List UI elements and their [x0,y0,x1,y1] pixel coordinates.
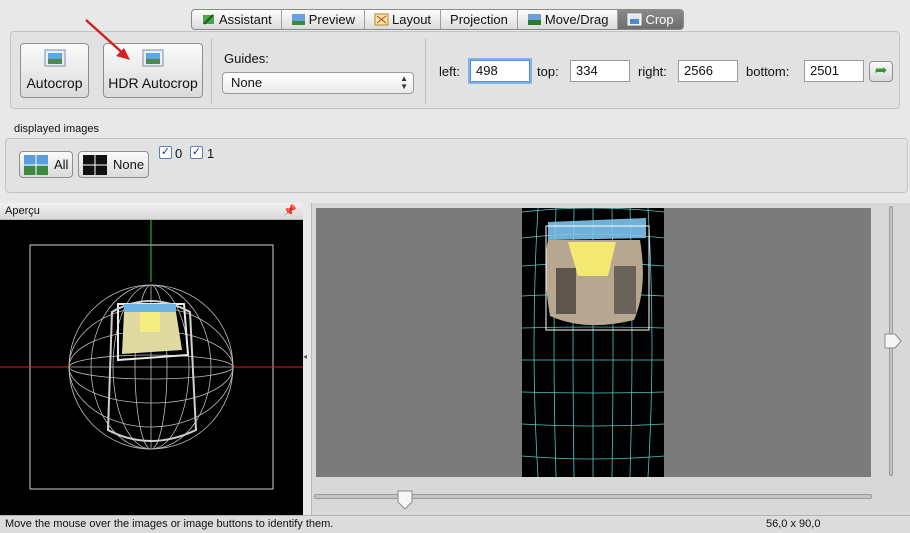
image-0-checkbox[interactable]: ✓ [159,146,172,159]
divider [211,38,212,104]
image-1-checkbox[interactable]: ✓ [190,146,203,159]
guides-label: Guides: [224,51,269,66]
tab-label: Move/Drag [544,12,609,27]
image-icon [44,49,65,67]
tab-move-drag[interactable]: Move/Drag [518,10,619,29]
show-all-button[interactable]: All [19,151,73,178]
top-field[interactable]: 334 [570,60,630,82]
status-bar: Move the mouse over the images or image … [0,515,910,533]
bottom-label: bottom: [746,64,790,79]
annotation-arrow-icon [85,19,130,60]
tab-bar: Assistant Preview Layout Projection Move… [191,9,684,30]
field-of-view-readout: 56,0 x 90,0 [766,518,821,530]
splitter-handle-icon[interactable]: ◂ [303,352,307,361]
right-field[interactable]: 2566 [678,60,738,82]
preview-panel-header: Aperçu 📌 [0,203,303,220]
left-field[interactable]: 498 [470,60,530,82]
guides-select[interactable]: None ▲ ▼ [222,72,414,94]
image-icon [142,49,164,67]
show-none-button[interactable]: None [78,151,149,178]
preview-panel-title: Aperçu [5,205,40,217]
all-label: All [54,157,69,172]
no-images-icon [83,154,107,175]
redo-arrow-icon: ➦ [874,62,888,79]
landscape-icon [291,14,305,25]
select-arrows-icon: ▲ ▼ [400,74,408,91]
autocrop-label: Autocrop [26,75,83,91]
apply-crop-button[interactable]: ➦ [869,61,893,82]
image-0-label: 0 [175,146,183,161]
crop-image-graphic [521,207,665,478]
image-1-label: 1 [207,146,215,161]
pin-icon[interactable]: 📌 [283,203,297,219]
displayed-images-label: displayed images [14,123,99,135]
tab-assistant[interactable]: Assistant [192,10,282,29]
hdr-autocrop-label: HDR Autocrop [108,75,198,91]
wand-icon [203,14,214,25]
tab-label: Projection [450,12,508,27]
all-images-icon [24,154,48,175]
layout-icon [374,13,389,26]
tab-projection[interactable]: Projection [441,10,518,29]
move-icon [527,14,541,25]
status-message: Move the mouse over the images or image … [5,518,334,530]
vertical-slider-thumb[interactable] [883,332,903,350]
tab-label: Crop [645,12,674,27]
slider-thumb-icon [884,333,902,349]
crop-canvas[interactable] [316,207,871,478]
preview-canvas[interactable] [0,220,303,515]
bottom-field[interactable]: 2501 [804,60,864,82]
fisheye-preview-graphic [0,220,303,490]
tab-label: Preview [308,12,355,27]
tab-layout[interactable]: Layout [365,10,442,29]
divider [425,38,426,104]
tab-preview[interactable]: Preview [282,10,365,29]
tab-label: Layout [392,12,432,27]
slider-thumb-icon [397,490,413,510]
crop-icon [627,13,642,26]
tab-crop[interactable]: Crop [618,10,683,29]
guides-value: None [231,75,263,90]
tab-label: Assistant [219,12,272,27]
right-label: right: [638,64,667,79]
autocrop-button[interactable]: Autocrop [20,43,89,98]
left-label: left: [439,64,460,79]
horizontal-slider-thumb[interactable] [396,489,414,511]
top-label: top: [537,64,559,79]
none-label: None [113,157,145,172]
